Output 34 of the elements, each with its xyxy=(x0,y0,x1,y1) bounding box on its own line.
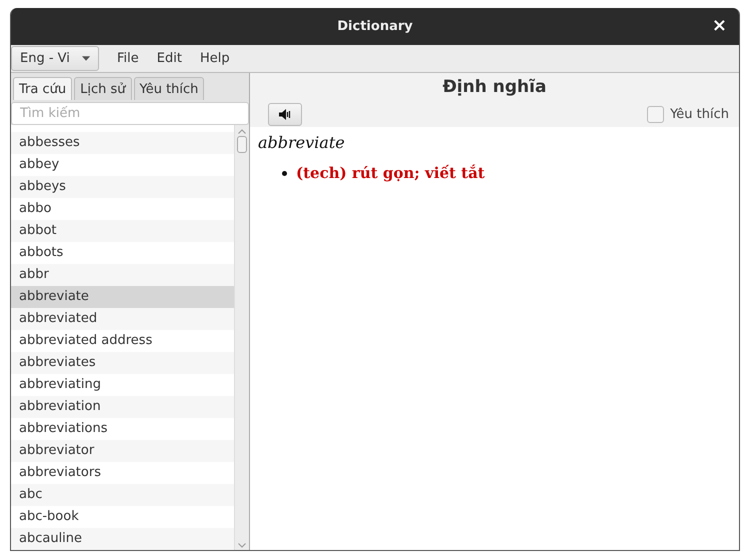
tab[interactable]: Yêu thích xyxy=(134,77,204,100)
menu-item[interactable]: Help xyxy=(200,51,230,66)
speaker-icon xyxy=(279,108,291,120)
window-title: Dictionary xyxy=(337,19,413,34)
word-list-item[interactable]: abbreviates xyxy=(11,352,234,374)
word-list-item[interactable]: abc xyxy=(11,484,234,506)
search-field[interactable]: Tìm kiếm xyxy=(11,102,249,125)
speaker-button[interactable] xyxy=(268,102,302,126)
word-list-item[interactable]: abbot xyxy=(11,220,234,242)
scroll-down-icon[interactable] xyxy=(238,543,246,548)
meaning-text: (tech) rút gọn; viết tắt xyxy=(296,164,485,182)
word-list-item[interactable]: abbr xyxy=(11,264,234,286)
close-button[interactable]: × xyxy=(710,16,729,36)
language-dropdown[interactable]: Eng - Vi xyxy=(11,46,99,71)
word-list-item[interactable]: abbreviation xyxy=(11,396,234,418)
definition-heading: Định nghĩa xyxy=(442,76,548,99)
word-list-item[interactable]: abcauline xyxy=(11,528,234,550)
bullet-icon xyxy=(282,170,287,176)
scroll-up-icon[interactable] xyxy=(238,129,246,134)
menu-item[interactable]: Edit xyxy=(156,51,182,66)
word-list-item[interactable]: abbreviate xyxy=(11,286,234,308)
menu-item[interactable]: File xyxy=(117,51,139,66)
word-list-item[interactable]: abbreviated xyxy=(11,308,234,330)
caret-icon xyxy=(82,56,90,61)
tab[interactable]: Tra cứu xyxy=(13,77,72,100)
tab[interactable]: Lịch sử xyxy=(74,77,132,100)
scrollbar[interactable] xyxy=(234,125,249,550)
word-list-item[interactable]: abbeys xyxy=(11,176,234,198)
scroll-thumb[interactable] xyxy=(237,136,247,153)
word-list-item[interactable]: abbesses xyxy=(11,132,234,154)
favorite-checkbox[interactable] xyxy=(647,106,664,122)
word-list-item[interactable]: abbreviator xyxy=(11,440,234,462)
headword: abbreviate xyxy=(258,133,346,152)
favorite-label: Yêu thích xyxy=(670,106,729,122)
